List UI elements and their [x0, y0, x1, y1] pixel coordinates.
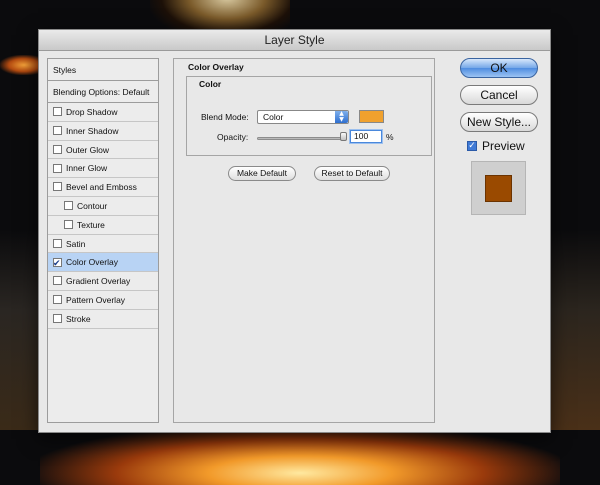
style-item-color-overlay[interactable]: Color Overlay	[48, 253, 158, 273]
style-item-label: Contour	[77, 200, 108, 211]
style-item-label: Color Overlay	[66, 257, 118, 268]
color-group: Color Blend Mode: Color ▲ ▼ Opacity: 100 …	[186, 76, 432, 156]
preview-thumbnail	[471, 161, 526, 215]
style-item-label: Pattern Overlay	[66, 294, 126, 305]
opacity-input[interactable]: 100	[350, 130, 382, 143]
blend-mode-label: Blend Mode:	[201, 112, 249, 122]
style-item-label: Inner Shadow	[66, 125, 119, 136]
background-fire	[40, 425, 560, 485]
opacity-slider-thumb[interactable]	[340, 132, 347, 141]
preview-checkbox[interactable]: ✓	[467, 141, 477, 151]
style-checkbox[interactable]	[53, 182, 62, 192]
style-item-label: Outer Glow	[66, 144, 109, 155]
style-item-inner-shadow[interactable]: Inner Shadow	[48, 122, 158, 141]
style-item-label: Satin	[66, 238, 86, 249]
reset-to-default-button[interactable]: Reset to Default	[314, 166, 390, 181]
select-arrows-icon: ▲ ▼	[335, 111, 348, 123]
style-item-stroke[interactable]: Stroke	[48, 310, 158, 329]
style-item-pattern-overlay[interactable]: Pattern Overlay	[48, 291, 158, 310]
new-style-button[interactable]: New Style...	[460, 112, 538, 132]
preview-label: Preview	[482, 139, 525, 153]
style-checkbox[interactable]	[53, 276, 62, 286]
background-city-left	[0, 230, 40, 430]
opacity-label: Opacity:	[217, 132, 249, 142]
style-item-contour[interactable]: Contour	[48, 197, 158, 216]
style-checkbox[interactable]	[53, 126, 62, 136]
style-item-texture[interactable]: Texture	[48, 216, 158, 235]
style-item-label: Bevel and Emboss	[66, 182, 137, 193]
preview-swatch	[485, 175, 512, 202]
opacity-unit: %	[386, 132, 394, 142]
blend-mode-value: Color	[263, 112, 284, 122]
style-item-label: Drop Shadow	[66, 107, 118, 117]
blending-options-item[interactable]: Blending Options: Default	[48, 81, 158, 103]
styles-header[interactable]: Styles	[48, 59, 158, 81]
style-item-gradient-overlay[interactable]: Gradient Overlay	[48, 272, 158, 291]
layer-style-dialog: Layer Style Styles Blending Options: Def…	[38, 29, 551, 433]
style-list: Styles Blending Options: Default Drop Sh…	[47, 58, 159, 423]
make-default-button[interactable]: Make Default	[228, 166, 296, 181]
style-checkbox[interactable]	[53, 314, 62, 324]
blend-mode-select[interactable]: Color ▲ ▼	[257, 110, 349, 124]
cancel-button[interactable]: Cancel	[460, 85, 538, 105]
style-checkbox[interactable]	[53, 295, 62, 305]
style-item-inner-glow[interactable]: Inner Glow	[48, 159, 158, 179]
style-checkbox[interactable]	[53, 255, 62, 273]
panel-title: Color Overlay	[188, 62, 244, 72]
style-checkbox[interactable]	[53, 163, 62, 173]
group-title: Color	[199, 79, 222, 89]
overlay-color-swatch[interactable]	[359, 110, 384, 123]
style-item-label: Stroke	[66, 313, 91, 324]
style-checkbox[interactable]	[53, 238, 62, 248]
ok-button[interactable]: OK	[460, 58, 538, 78]
style-item-label: Inner Glow	[66, 163, 108, 174]
style-items: Drop Shadow Inner Shadow Outer Glow Inner G…	[48, 103, 158, 329]
style-item-label: Texture	[77, 219, 105, 230]
style-item-outer-glow[interactable]: Outer Glow	[48, 141, 158, 160]
color-overlay-panel: Color Overlay Color Blend Mode: Color ▲ ▼…	[173, 58, 435, 423]
style-item-satin[interactable]: Satin	[48, 235, 158, 254]
style-checkbox[interactable]	[64, 201, 73, 211]
style-checkbox[interactable]	[53, 107, 62, 117]
background-spark	[0, 55, 40, 75]
background-city-right	[550, 230, 600, 430]
style-item-label: Gradient Overlay	[66, 276, 131, 287]
style-item-bevel-and-emboss[interactable]: Bevel and Emboss	[48, 178, 158, 197]
style-item-drop-shadow[interactable]: Drop Shadow	[48, 103, 158, 122]
dialog-title: Layer Style	[39, 30, 550, 51]
style-checkbox[interactable]	[64, 220, 73, 230]
style-checkbox[interactable]	[53, 144, 62, 154]
opacity-slider[interactable]	[257, 137, 347, 140]
